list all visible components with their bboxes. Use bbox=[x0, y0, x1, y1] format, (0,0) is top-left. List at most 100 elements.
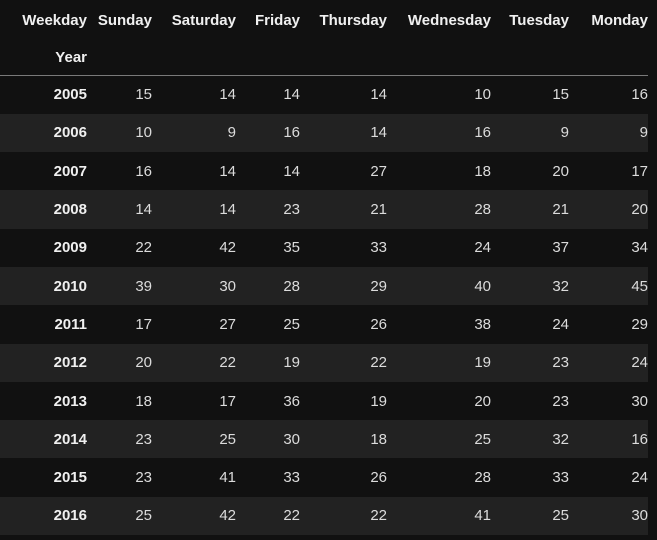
column-header-sunday: Sunday bbox=[97, 11, 152, 29]
table-cell: 30 bbox=[631, 507, 648, 525]
table-cell: 29 bbox=[370, 277, 387, 295]
row-index-year: 2008 bbox=[53, 201, 87, 219]
row-index-year: 2005 bbox=[53, 86, 87, 104]
table-cell: 32 bbox=[552, 277, 569, 295]
table-row: 2015 23 41 33 26 28 33 24 bbox=[0, 458, 648, 497]
table-row: 2010 39 30 28 29 40 32 45 bbox=[0, 266, 648, 306]
index-name-row: Year bbox=[0, 40, 648, 76]
table-row: 2006 10 9 16 14 16 9 9 bbox=[0, 113, 648, 153]
table-cell: 16 bbox=[283, 124, 300, 142]
table-cell: 34 bbox=[631, 239, 648, 257]
table-cell: 28 bbox=[474, 469, 491, 487]
table-cell: 30 bbox=[283, 430, 300, 448]
table-cell: 24 bbox=[474, 239, 491, 257]
table-cell: 27 bbox=[219, 315, 236, 333]
table-cell: 18 bbox=[474, 162, 491, 180]
column-header-monday: Monday bbox=[591, 11, 648, 29]
table-cell: 10 bbox=[135, 124, 152, 142]
table-cell: 18 bbox=[135, 392, 152, 410]
table-cell: 20 bbox=[135, 354, 152, 372]
table-body: 2005 15 14 14 14 10 15 16 2006 10 9 16 14 16 9 9 2007 16 1… bbox=[0, 75, 648, 536]
table-cell: 20 bbox=[631, 201, 648, 219]
table-cell: 32 bbox=[552, 430, 569, 448]
table-cell: 37 bbox=[552, 239, 569, 257]
table-cell: 26 bbox=[370, 315, 387, 333]
table-row: 2011 17 27 25 26 38 24 29 bbox=[0, 305, 648, 344]
table-row: 2007 16 14 14 27 18 20 17 bbox=[0, 152, 648, 191]
table-cell: 33 bbox=[283, 469, 300, 487]
table-cell: 27 bbox=[370, 162, 387, 180]
table-cell: 14 bbox=[283, 162, 300, 180]
table-cell: 22 bbox=[370, 354, 387, 372]
table-cell: 9 bbox=[639, 124, 648, 142]
dataframe-table: Weekday Sunday Saturday Friday Thursday … bbox=[0, 0, 648, 536]
table-cell: 20 bbox=[474, 392, 491, 410]
table-cell: 29 bbox=[631, 315, 648, 333]
table-cell: 25 bbox=[552, 507, 569, 525]
table-cell: 23 bbox=[135, 430, 152, 448]
table-cell: 15 bbox=[552, 86, 569, 104]
table-cell: 22 bbox=[135, 239, 152, 257]
table-cell: 18 bbox=[370, 430, 387, 448]
table-row: 2008 14 14 23 21 28 21 20 bbox=[0, 190, 648, 229]
table-cell: 16 bbox=[631, 430, 648, 448]
table-cell: 14 bbox=[219, 201, 236, 219]
table-cell: 15 bbox=[135, 86, 152, 104]
column-header-friday: Friday bbox=[254, 11, 300, 29]
table-row: 2009 22 42 35 33 24 37 34 bbox=[0, 228, 648, 267]
table-cell: 30 bbox=[631, 392, 648, 410]
table-cell: 23 bbox=[135, 469, 152, 487]
row-index-year: 2006 bbox=[53, 124, 87, 142]
table-cell: 21 bbox=[370, 201, 387, 219]
table-row: 2013 18 17 36 19 20 23 30 bbox=[0, 381, 648, 421]
row-index-year: 2014 bbox=[53, 430, 87, 448]
table-cell: 25 bbox=[474, 430, 491, 448]
row-index-year: 2012 bbox=[53, 354, 87, 372]
table-cell: 33 bbox=[370, 239, 387, 257]
table-cell: 17 bbox=[219, 392, 236, 410]
row-index-year: 2013 bbox=[53, 392, 87, 410]
column-header-row: Weekday Sunday Saturday Friday Thursday … bbox=[0, 0, 648, 40]
table-cell: 17 bbox=[631, 162, 648, 180]
table-cell: 28 bbox=[474, 201, 491, 219]
table-cell: 28 bbox=[283, 277, 300, 295]
table-cell: 9 bbox=[227, 124, 236, 142]
table-cell: 22 bbox=[370, 507, 387, 525]
table-cell: 45 bbox=[631, 277, 648, 295]
table-cell: 39 bbox=[135, 277, 152, 295]
column-header-tuesday: Tuesday bbox=[509, 11, 569, 29]
table-cell: 42 bbox=[219, 239, 236, 257]
table-cell: 22 bbox=[283, 507, 300, 525]
table-cell: 33 bbox=[552, 469, 569, 487]
table-cell: 16 bbox=[474, 124, 491, 142]
table-cell: 19 bbox=[370, 392, 387, 410]
table-cell: 14 bbox=[219, 86, 236, 104]
table-cell: 17 bbox=[135, 315, 152, 333]
table-cell: 23 bbox=[283, 201, 300, 219]
row-index-year: 2015 bbox=[53, 469, 87, 487]
table-cell: 10 bbox=[474, 86, 491, 104]
table-cell: 35 bbox=[283, 239, 300, 257]
table-cell: 19 bbox=[283, 354, 300, 372]
column-header-saturday: Saturday bbox=[171, 11, 236, 29]
table-cell: 23 bbox=[552, 354, 569, 372]
table-cell: 36 bbox=[283, 392, 300, 410]
table-cell: 24 bbox=[631, 469, 648, 487]
table-cell: 20 bbox=[552, 162, 569, 180]
table-cell: 23 bbox=[552, 392, 569, 410]
table-row: 2005 15 14 14 14 10 15 16 bbox=[0, 75, 648, 114]
table-cell: 14 bbox=[370, 124, 387, 142]
table-cell: 30 bbox=[219, 277, 236, 295]
table-cell: 14 bbox=[283, 86, 300, 104]
table-cell: 22 bbox=[219, 354, 236, 372]
table-cell: 19 bbox=[474, 354, 491, 372]
index-name-label: Year bbox=[0, 40, 87, 76]
column-header-thursday: Thursday bbox=[319, 11, 387, 29]
table-cell: 25 bbox=[219, 430, 236, 448]
table-cell: 16 bbox=[135, 162, 152, 180]
table-cell: 42 bbox=[219, 507, 236, 525]
table-cell: 14 bbox=[370, 86, 387, 104]
table-row: 2016 25 42 22 22 41 25 30 bbox=[0, 496, 648, 536]
row-index-year: 2016 bbox=[53, 507, 87, 525]
table-row: 2012 20 22 19 22 19 23 24 bbox=[0, 343, 648, 382]
